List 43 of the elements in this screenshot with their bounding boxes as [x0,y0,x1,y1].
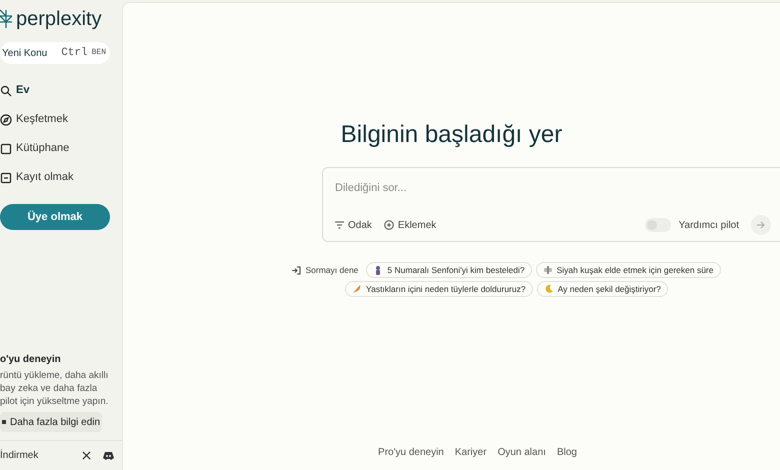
promo-title: o'yu deneyin [0,353,62,367]
focus-button[interactable]: Odak [335,218,372,232]
suggestion-chip[interactable]: Yastıkların içini neden tüylerle doldururuz? [345,281,533,297]
promo-text: rüntü yükleme, daha akıllı bay zeka ve daha fazla pilot için yükseltme yapın. [0,369,110,408]
footer-link[interactable]: Kariyer [454,445,487,460]
footer-link[interactable]: Oyun alanı [498,445,546,460]
attach-button[interactable]: Eklemek [384,218,436,232]
suggestion-chip[interactable]: Ay neden şekil değiştiriyor? [536,281,668,297]
suggestion-chip[interactable]: Siyah kuşak elde etmek için gereken süre [536,262,720,278]
main-heading: Bilginin başladığı yer [340,120,562,150]
x-logo-icon[interactable] [82,451,91,460]
learn-more-button[interactable]: Daha fazla bilgi edin [0,412,102,432]
logo-icon [0,8,12,30]
nav-item[interactable]: Ev [0,76,122,105]
search-icon [0,84,12,96]
download-link[interactable]: İndirmek [0,448,38,463]
shortcut-key: BEN [92,47,106,59]
arrow-in-icon [292,266,302,274]
try-label: Sormayı dene [292,264,358,276]
search-input[interactable]: Dilediğini sor... [335,180,771,196]
sign-in-icon [0,172,12,184]
feather-icon [352,284,362,294]
filter-icon [335,221,344,229]
plus-circle-icon [384,220,394,230]
nav-item[interactable]: Keşfetmek [0,105,122,134]
belt-icon [542,265,553,275]
signup-button[interactable]: Üye olmak [0,204,110,230]
compass-icon [0,114,12,126]
suggestion-chip[interactable]: 5 Numaralı Senfoni'yi kim besteledi? [366,262,532,278]
nav-item[interactable]: Kütüphane [0,134,122,163]
moon-icon [544,284,554,294]
footer-link[interactable]: Blog [556,445,577,460]
shortcut-key: Ctrl [61,44,88,62]
book-icon [0,142,12,154]
new-thread-button[interactable]: Yeni Konu Ctrl BEN [0,42,110,64]
copilot-toggle[interactable] [644,218,671,232]
discord-icon[interactable] [103,451,114,460]
nav-item[interactable]: Kayıt olmak [0,163,122,192]
footer-link[interactable]: Pro'yu deneyin [378,445,444,460]
search-box[interactable]: Dilediğini sor... Odak Eklemek Yardımcı pilot [322,167,780,242]
arrow-right-icon [757,221,765,229]
logo-text: perplexity [16,9,102,29]
copilot-label: Yardımcı pilot [678,218,739,232]
